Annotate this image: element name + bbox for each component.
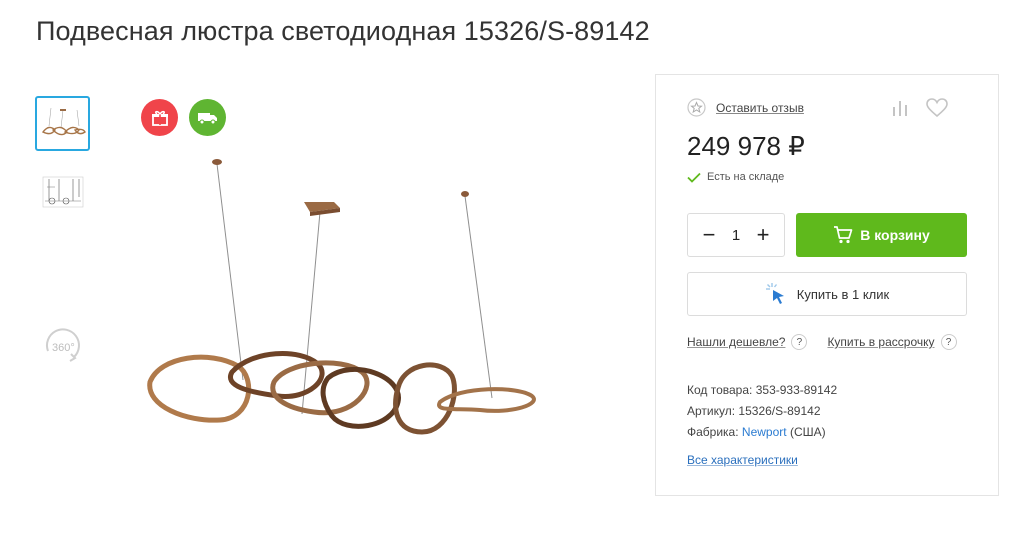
promo-badges bbox=[141, 99, 226, 136]
review-row: Оставить отзыв bbox=[687, 98, 804, 117]
installment-help-icon[interactable]: ? bbox=[940, 334, 957, 350]
delivery-truck-icon bbox=[197, 112, 217, 124]
article-row: Артикул: 15326/S-89142 bbox=[687, 401, 837, 422]
quantity-decrease-button[interactable]: − bbox=[700, 224, 718, 246]
add-to-cart-button[interactable]: В корзину bbox=[796, 213, 967, 257]
gift-badge[interactable] bbox=[141, 99, 178, 136]
price: 249 978 ₽ bbox=[687, 131, 805, 161]
cart-icon bbox=[834, 226, 853, 244]
page-title: Подвесная люстра светодиодная 15326/S-89… bbox=[36, 16, 650, 46]
product-code-label: Код товара: bbox=[687, 383, 753, 397]
stock-status-text: Есть на складе bbox=[707, 171, 785, 183]
all-specs-link[interactable]: Все характеристики bbox=[687, 453, 798, 467]
factory-row: Фабрика: Newport (США) bbox=[687, 422, 837, 443]
gift-icon bbox=[151, 110, 168, 126]
thumbnail-list bbox=[35, 96, 90, 234]
article-label: Артикул: bbox=[687, 404, 736, 418]
checkmark-icon bbox=[687, 172, 701, 183]
buy-one-click-label: Купить в 1 клик bbox=[796, 286, 890, 302]
review-star-icon bbox=[687, 98, 706, 117]
compare-icon[interactable] bbox=[890, 98, 910, 118]
buy-one-click-button[interactable]: Купить в 1 клик bbox=[687, 272, 967, 316]
factory-brand-link[interactable]: Newport bbox=[742, 425, 787, 439]
factory-country: (США) bbox=[789, 425, 826, 439]
thumbnail-dimension-drawing[interactable] bbox=[35, 165, 90, 220]
stock-status: Есть на складе bbox=[687, 171, 784, 183]
quantity-increase-button[interactable]: + bbox=[754, 224, 772, 246]
add-to-cart-label: В корзину bbox=[860, 227, 930, 243]
product-code-row: Код товара: 353-933-89142 bbox=[687, 380, 837, 401]
view-360-button[interactable]: 360° bbox=[40, 321, 86, 369]
chandelier-thumbnail-image bbox=[41, 107, 86, 135]
extra-links: Нашли дешевле? ? Купить в рассрочку ? bbox=[687, 334, 957, 350]
factory-label: Фабрика: bbox=[687, 425, 739, 439]
product-code-value: 353-933-89142 bbox=[755, 383, 838, 397]
cursor-click-icon bbox=[765, 283, 784, 304]
product-specs: Код товара: 353-933-89142 Артикул: 15326… bbox=[687, 380, 837, 443]
buy-box: Оставить отзыв 249 978 ₽ Есть на складе … bbox=[655, 74, 999, 496]
quantity-value[interactable]: 1 bbox=[732, 227, 740, 244]
delivery-badge[interactable] bbox=[189, 99, 226, 136]
thumbnail-chandelier-photo[interactable] bbox=[35, 96, 90, 151]
drawing-thumbnail-image bbox=[42, 176, 83, 207]
found-cheaper-link[interactable]: Нашли дешевле? bbox=[687, 335, 785, 349]
found-cheaper-help-icon[interactable]: ? bbox=[791, 334, 808, 350]
article-value: 15326/S-89142 bbox=[738, 404, 821, 418]
heart-icon[interactable] bbox=[926, 98, 948, 118]
leave-review-link[interactable]: Оставить отзыв bbox=[716, 101, 804, 115]
quantity-stepper: − 1 + bbox=[687, 213, 785, 257]
svg-text:360°: 360° bbox=[52, 342, 75, 354]
rotate-360-icon: 360° bbox=[46, 328, 80, 362]
product-main-image bbox=[147, 159, 536, 435]
installment-link[interactable]: Купить в рассрочку bbox=[827, 335, 934, 349]
